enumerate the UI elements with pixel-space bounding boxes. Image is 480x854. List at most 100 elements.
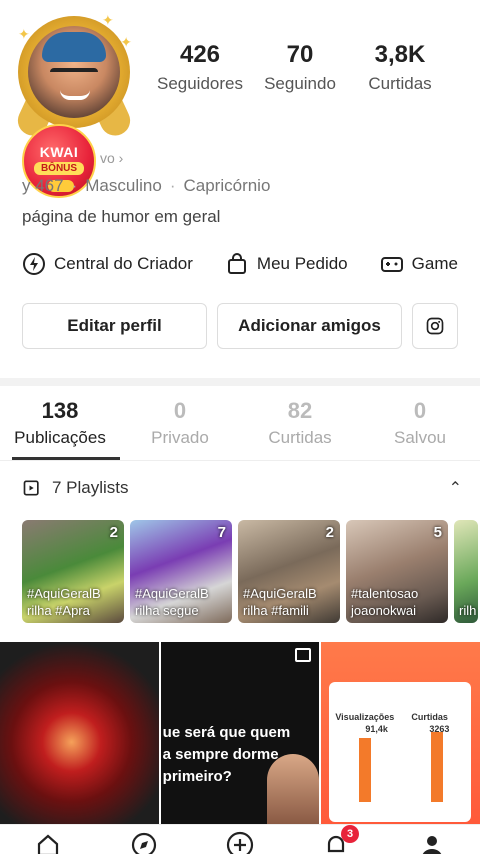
nav-notifications[interactable]: 3 — [321, 825, 359, 854]
home-icon — [37, 834, 59, 854]
profile-actions: Editar perfil Adicionar amigos — [22, 303, 458, 349]
tab-count: 0 — [173, 398, 187, 423]
playlists-title: 7 Playlists — [52, 478, 129, 497]
views-bar — [359, 738, 372, 802]
edit-profile-button[interactable]: Editar perfil — [22, 303, 207, 349]
shortcut-game[interactable]: Game — [380, 252, 458, 276]
playlist-count: 5 — [433, 524, 442, 541]
playlist-caption: #AquiGeralB rilha #Apra — [27, 586, 101, 618]
bottom-navigation: 3 — [0, 824, 480, 854]
image-post-icon — [295, 648, 312, 662]
tab-label: Curtidas — [268, 428, 332, 447]
shortcut-row: Central do Criador Meu Pedido Game — [22, 252, 458, 276]
instagram-icon — [426, 317, 444, 335]
playlist-card[interactable]: rilh — [454, 520, 478, 623]
playlist-count: 2 — [109, 524, 118, 541]
stat-followers[interactable]: 426 Seguidores — [150, 40, 250, 94]
stat-value: 3,8K — [374, 41, 426, 68]
posts-grid: ue será que quem a sempre dorme primeiro… — [0, 642, 480, 824]
stat-label: Seguidores — [156, 74, 243, 93]
tab-count: 0 — [413, 398, 427, 423]
shopping-bag-icon — [227, 253, 246, 274]
tab-publications[interactable]: 138 Publicações — [0, 398, 120, 458]
nav-create[interactable] — [225, 831, 255, 854]
post-thumbnail[interactable]: Visualizações 91,4k Curtidas 3263 — [321, 642, 480, 824]
avatar-glasses — [50, 68, 98, 78]
playlist-card[interactable]: 7 #AquiGeralB rilha segue — [130, 520, 232, 623]
nav-home[interactable] — [33, 831, 63, 854]
shortcut-label: Central do Criador — [54, 254, 193, 273]
tab-count: 138 — [41, 398, 79, 423]
notification-badge: 3 — [341, 825, 359, 843]
lightning-icon — [23, 253, 45, 275]
section-divider — [0, 378, 480, 386]
likes-label: Curtidas — [411, 712, 448, 722]
post-thumbnail[interactable] — [0, 642, 159, 824]
playlist-caption: rilh — [459, 603, 477, 618]
profile-bio: página de humor em geral — [22, 207, 221, 226]
tab-private[interactable]: 0 Privado — [120, 398, 240, 458]
playlist-caption: #talentosao joaonokwai — [351, 586, 419, 618]
gamepad-icon — [380, 257, 403, 272]
instagram-button[interactable] — [412, 303, 458, 349]
avatar-cap — [42, 32, 106, 62]
shortcut-label: Meu Pedido — [256, 254, 348, 273]
playlist-card[interactable]: 2 #AquiGeralB rilha #famili — [238, 520, 340, 623]
post-person — [267, 754, 320, 824]
profile-sign: Capricórnio — [183, 176, 271, 195]
shortcut-my-order[interactable]: Meu Pedido — [225, 252, 348, 276]
playlist-icon — [23, 480, 39, 496]
nav-discover[interactable] — [129, 831, 159, 854]
separator-dot: · — [71, 176, 78, 195]
create-icon — [226, 831, 254, 854]
stats-screenshot-panel: Visualizações 91,4k Curtidas 3263 — [329, 682, 472, 822]
stat-label: Seguindo — [264, 74, 336, 93]
profile-icon — [422, 836, 442, 854]
separator-dot: · — [169, 176, 176, 195]
star-icon: ✦ — [120, 34, 132, 50]
discover-icon — [131, 832, 157, 854]
content-tabs: 138 Publicações 0 Privado 82 Curtidas 0 … — [0, 398, 480, 458]
profile-id: y 467 — [22, 176, 64, 195]
tab-divider — [0, 460, 480, 461]
stat-value: 426 — [179, 41, 221, 68]
profile-info-line: y 467 · Masculino · Capricórnio — [22, 176, 270, 196]
playlists-header[interactable]: 7 Playlists ⌃ — [22, 478, 462, 498]
playlist-count: 2 — [325, 524, 334, 541]
star-icon: ✦ — [102, 12, 114, 28]
stat-value: 70 — [286, 41, 314, 68]
stat-label: Curtidas — [368, 74, 432, 93]
stat-likes[interactable]: 3,8K Curtidas — [350, 40, 450, 94]
tab-label: Publicações — [14, 428, 106, 447]
chevron-right-icon: › — [114, 150, 124, 166]
playlist-card[interactable]: 5 #talentosao joaonokwai — [346, 520, 448, 623]
profile-id-fragment: vo › — [100, 150, 123, 166]
playlist-caption: #AquiGeralB rilha segue — [135, 586, 209, 618]
profile-gender: Masculino — [85, 176, 162, 195]
views-value: 91,4k — [365, 724, 388, 734]
profile-avatar[interactable]: ✦ ✦ ✦ — [12, 12, 136, 141]
star-icon: ✦ — [18, 26, 30, 42]
shortcut-creator-center[interactable]: Central do Criador — [22, 252, 193, 276]
tab-label: Salvou — [394, 428, 446, 447]
chevron-up-icon[interactable]: ⌃ — [449, 478, 462, 498]
add-friends-button[interactable]: Adicionar amigos — [217, 303, 402, 349]
shortcut-label: Game — [411, 254, 458, 273]
tab-saved[interactable]: 0 Salvou — [360, 398, 480, 458]
playlist-count: 7 — [217, 524, 226, 541]
likes-bar — [431, 732, 444, 802]
tab-likes[interactable]: 82 Curtidas — [240, 398, 360, 458]
playlist-caption: #AquiGeralB rilha #famili — [243, 586, 317, 618]
tab-label: Privado — [151, 428, 209, 447]
id-fragment-text: vo — [100, 150, 115, 166]
playlist-carousel: 2 #AquiGeralB rilha #Apra 7 #AquiGeralB … — [22, 520, 478, 623]
nav-profile[interactable] — [417, 831, 447, 854]
views-label: Visualizações — [335, 712, 395, 722]
badge-subtitle: BÔNUS — [34, 162, 84, 175]
post-thumbnail[interactable]: ue será que quem a sempre dorme primeiro… — [160, 642, 320, 824]
avatar-smile — [60, 90, 90, 100]
stat-following[interactable]: 70 Seguindo — [250, 40, 350, 94]
badge-title: KWAI — [39, 144, 79, 160]
tab-count: 82 — [287, 398, 313, 423]
playlist-card[interactable]: 2 #AquiGeralB rilha #Apra — [22, 520, 124, 623]
